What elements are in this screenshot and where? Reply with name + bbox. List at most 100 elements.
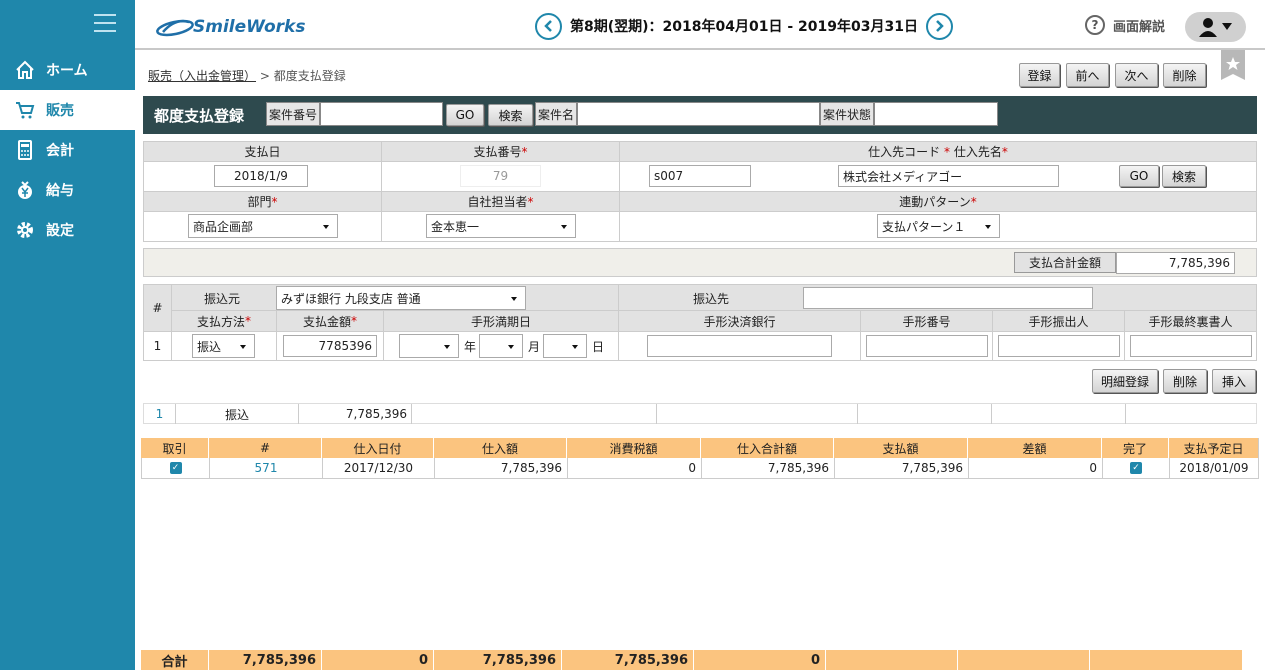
pattern-select[interactable]: 支払パターン１	[877, 214, 1000, 238]
logo-text: SmileWorks	[193, 17, 306, 37]
case-no-label: 案件番号	[266, 102, 320, 126]
amount-label: 支払金額	[302, 314, 351, 329]
row-done-cell: ✓	[1103, 458, 1170, 478]
method-header: 支払方法 *	[171, 310, 277, 332]
case-status-label: 案件状態	[820, 102, 874, 126]
delete-button[interactable]: 削除	[1163, 63, 1206, 87]
staff-header: 自社担当者 *	[381, 191, 620, 212]
pay-date-label: 支払日	[244, 145, 281, 159]
detail-summary-row[interactable]: 1 振込 7,785,396	[143, 403, 1257, 424]
row-no-link[interactable]: 571	[210, 458, 323, 478]
totals-total: 7,785,396	[434, 650, 562, 670]
orders-col-no: #	[209, 438, 322, 458]
pay-date-header: 支払日	[143, 141, 382, 162]
case-status-input[interactable]	[874, 102, 998, 126]
menu-icon[interactable]	[94, 14, 116, 34]
prev-period-button[interactable]	[535, 12, 562, 40]
next-button[interactable]: 次へ	[1115, 63, 1158, 87]
pattern-header: 連動パターン *	[619, 191, 1257, 212]
sidebar-item-home[interactable]: ホーム	[0, 50, 135, 90]
row-purchase: 7,785,396	[435, 458, 568, 478]
staff-label: 自社担当者	[467, 195, 528, 209]
detail-insert-button[interactable]: 挿入	[1212, 369, 1256, 393]
orders-col-purchase: 仕入額	[434, 438, 567, 458]
due-month-select[interactable]	[479, 334, 523, 358]
case-search-button[interactable]: 検索	[488, 104, 533, 126]
pay-no-label: 支払番号	[473, 145, 522, 159]
select-checkbox[interactable]: ✓	[169, 462, 182, 474]
required-mark: *	[245, 314, 251, 328]
sidebar-item-settings[interactable]: 設定	[0, 210, 135, 250]
help-label: 画面解説	[1113, 19, 1166, 35]
sidebar-item-label: 給与	[46, 183, 74, 199]
totals-paid: 7,785,396	[562, 650, 694, 670]
to-account-input[interactable]	[803, 287, 1093, 309]
case-name-input[interactable]	[577, 102, 820, 126]
supplier-name-input[interactable]: 株式会社メディアゴー	[838, 165, 1059, 187]
summary-row-no[interactable]: 1	[144, 404, 176, 424]
orders-col-total: 仕入合計額	[701, 438, 834, 458]
summary-empty	[858, 404, 992, 424]
breadcrumb-parent-link[interactable]: 販売（入出金管理）	[148, 69, 256, 83]
bank-input[interactable]	[647, 335, 832, 357]
dept-select[interactable]: 商品企画部	[188, 214, 338, 238]
year-label: 年	[464, 340, 477, 354]
orders-col-paid: 支払額	[834, 438, 968, 458]
drawer-input[interactable]	[998, 335, 1120, 357]
case-no-input[interactable]	[320, 102, 443, 126]
totals-diff: 0	[694, 650, 826, 670]
due-day-select[interactable]	[543, 334, 587, 358]
orders-col-due: 支払予定日	[1169, 438, 1259, 458]
detail-delete-button[interactable]: 削除	[1163, 369, 1207, 393]
sidebar-item-accounting[interactable]: 会計	[0, 130, 135, 170]
done-checkbox[interactable]: ✓	[1130, 462, 1142, 474]
totals-label: 合計	[141, 650, 209, 670]
table-row[interactable]: ✓ 571 2017/12/30 7,785,396 0 7,785,396 7…	[141, 458, 1259, 479]
pay-no-input[interactable]: 79	[460, 165, 541, 187]
logo-mark-icon	[156, 19, 194, 37]
orders-col-tax: 消費税額	[567, 438, 701, 458]
header: SmileWorks 第8期(翌期)：2018年04月01日 - 2019年03…	[135, 0, 1265, 50]
calculator-icon	[18, 140, 32, 160]
bookmark-button[interactable]	[1221, 50, 1245, 80]
orders-header-row: 取引 # 仕入日付 仕入額 消費税額 仕入合計額 支払額 差額 完了 支払予定日	[141, 438, 1259, 458]
endorser-input[interactable]	[1130, 335, 1252, 357]
period-label: 第8期(翌期)：2018年04月01日 - 2019年03月31日	[570, 19, 918, 35]
supplier-search-button[interactable]: 検索	[1162, 165, 1206, 187]
method-select[interactable]: 振込	[192, 334, 255, 358]
detail-hash-header: #	[143, 284, 172, 332]
orders-col-diff: 差額	[968, 438, 1102, 458]
supplier-header: 仕入先コード * 仕入先名 *	[619, 141, 1257, 162]
required-mark: *	[521, 144, 528, 159]
row-paid: 7,785,396	[835, 458, 969, 478]
totals-empty	[958, 650, 1090, 670]
supplier-code-input[interactable]: s007	[649, 165, 751, 187]
case-go-button[interactable]: GO	[446, 104, 484, 126]
sidebar-item-label: ホーム	[46, 63, 88, 79]
from-account-select[interactable]: みずほ銀行 九段支店 普通	[276, 286, 526, 310]
orders-col-done: 完了	[1102, 438, 1169, 458]
yen-bag-icon	[18, 181, 32, 199]
detail-register-button[interactable]: 明細登録	[1092, 369, 1158, 393]
amount-input[interactable]: 7785396	[283, 335, 377, 357]
month-label: 月	[528, 340, 541, 354]
note-no-input[interactable]	[866, 335, 988, 357]
logo: SmileWorks	[155, 12, 315, 40]
user-menu-button[interactable]	[1185, 12, 1246, 42]
orders-col-date: 仕入日付	[322, 438, 434, 458]
register-button[interactable]: 登録	[1019, 63, 1060, 87]
home-icon	[16, 60, 34, 79]
sidebar-item-payroll[interactable]: 給与	[0, 170, 135, 210]
next-period-button[interactable]	[925, 12, 953, 40]
breadcrumb-current: 都度支払登録	[273, 69, 346, 83]
supplier-go-button[interactable]: GO	[1119, 165, 1159, 187]
pattern-label: 連動パターン	[899, 195, 971, 209]
help-link[interactable]: ? 画面解説	[1085, 15, 1165, 35]
sidebar: ホーム 販売 会計 給与 設定	[0, 0, 135, 670]
prev-button[interactable]: 前へ	[1066, 63, 1109, 87]
sidebar-item-sales[interactable]: 販売	[0, 90, 135, 130]
due-year-select[interactable]	[399, 334, 459, 358]
row-due: 2018/01/09	[1170, 458, 1259, 478]
pay-date-input[interactable]: 2018/1/9	[214, 165, 308, 187]
staff-select[interactable]: 金本恵一	[426, 214, 576, 238]
